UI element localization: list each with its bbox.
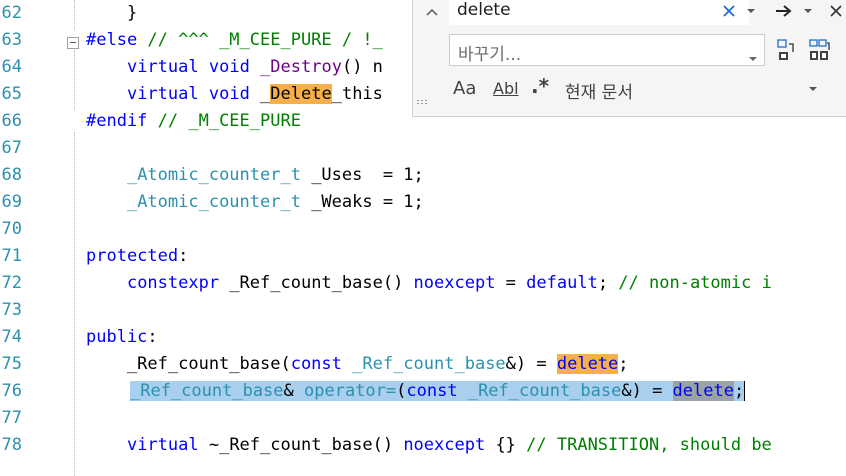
whole-word-toggle[interactable]: Abl (493, 79, 519, 98)
code-text: #else // ^^^ _M_CEE_PURE / !_ (86, 30, 383, 50)
line-number: 71 (1, 246, 22, 266)
line-number: 73 (1, 300, 22, 320)
text-caret (744, 381, 746, 401)
current-match-highlight: delete (672, 381, 734, 401)
search-options-dropdown-icon[interactable] (741, 0, 761, 22)
code-line[interactable]: 78 virtual ~_Ref_count_base() noexcept {… (0, 432, 846, 459)
code-line[interactable]: 72 constexpr _Ref_count_base() noexcept … (0, 270, 846, 297)
close-find-panel-icon[interactable] (825, 0, 846, 22)
code-text: virtual void _Destroy() n (126, 57, 383, 77)
code-text: _Atomic_counter_t _Uses = 1; (126, 165, 424, 185)
scope-dropdown-icon[interactable] (803, 82, 823, 96)
line-number: 77 (1, 408, 22, 428)
line-number: 63 (1, 30, 22, 50)
line-number: 67 (1, 138, 22, 158)
code-line[interactable]: 68 _Atomic_counter_t _Uses = 1; (0, 162, 846, 189)
code-text: _Ref_count_base& operator=(const _Ref_co… (130, 381, 746, 401)
resize-grip-icon[interactable] (416, 99, 428, 105)
line-number: 64 (1, 57, 22, 77)
line-number: 75 (1, 354, 22, 374)
line-number: 62 (1, 3, 22, 23)
code-line[interactable]: 75 _Ref_count_base(const _Ref_count_base… (0, 351, 846, 378)
code-line[interactable]: 71 protected: (0, 243, 846, 270)
line-number: 78 (1, 435, 22, 455)
code-text: _Atomic_counter_t _Weaks = 1; (126, 192, 424, 212)
code-line[interactable]: 77 (0, 405, 846, 432)
replace-input[interactable]: 바꾸기... (449, 34, 765, 66)
replace-history-dropdown-icon[interactable] (748, 47, 758, 67)
line-number: 66 (1, 111, 22, 131)
line-number: 74 (1, 327, 22, 347)
search-scope-select[interactable]: 현재 문서 (565, 78, 633, 103)
regex-toggle[interactable]: .* (531, 74, 549, 98)
code-text: } (86, 3, 138, 23)
code-text: virtual ~_Ref_count_base() noexcept {} /… (126, 435, 772, 455)
code-line[interactable]: 74 public: (0, 324, 846, 351)
line-number: 76 (1, 381, 22, 401)
code-text: _Ref_count_base(const _Ref_count_base&) … (86, 354, 629, 374)
code-line[interactable]: 69 _Atomic_counter_t _Weaks = 1; (0, 189, 846, 216)
line-number: 70 (1, 219, 22, 239)
code-line[interactable]: 70 (0, 216, 846, 243)
replace-next-icon[interactable] (774, 36, 798, 64)
code-text: protected: (86, 246, 189, 266)
code-text: #endif // _M_CEE_PURE (86, 111, 301, 131)
search-input[interactable]: delete (449, 0, 749, 25)
search-match-highlight: Delete (270, 84, 332, 104)
line-number: 72 (1, 273, 22, 293)
clear-search-icon[interactable] (718, 0, 740, 22)
replace-all-icon[interactable] (805, 36, 833, 64)
find-replace-panel: delete 바꾸기... Aa Abl .* 현재 문서 (412, 0, 846, 117)
match-case-toggle[interactable]: Aa (453, 78, 476, 99)
line-number: 65 (1, 84, 22, 104)
line-number: 69 (1, 192, 22, 212)
toggle-replace-chevron-icon[interactable] (419, 0, 445, 24)
code-text: public: (86, 327, 158, 347)
find-next-icon[interactable] (771, 0, 797, 22)
code-line[interactable]: 73 (0, 297, 846, 324)
find-next-dropdown-icon[interactable] (799, 0, 817, 22)
code-line[interactable]: 67 (0, 135, 846, 162)
code-text: constexpr _Ref_count_base() noexcept = d… (126, 273, 772, 293)
search-match-highlight: delete (556, 354, 619, 374)
code-line-selected[interactable]: 76 _Ref_count_base& operator=(const _Ref… (0, 378, 846, 405)
code-text: virtual void _Delete_this (126, 84, 383, 104)
collapse-toggle-icon[interactable] (67, 37, 79, 49)
line-number: 68 (1, 165, 22, 185)
